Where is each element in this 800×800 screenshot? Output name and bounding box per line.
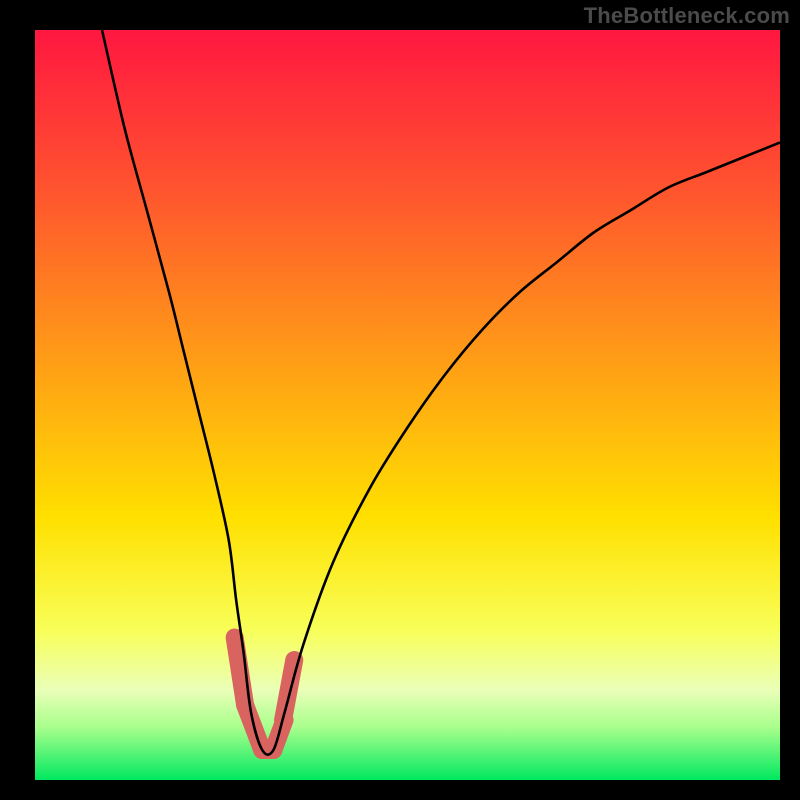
bottleneck-curve <box>102 30 780 755</box>
outer-frame: TheBottleneck.com <box>0 0 800 800</box>
plot-area <box>35 30 780 780</box>
watermark-text: TheBottleneck.com <box>584 3 790 29</box>
curve-layer <box>35 30 780 780</box>
